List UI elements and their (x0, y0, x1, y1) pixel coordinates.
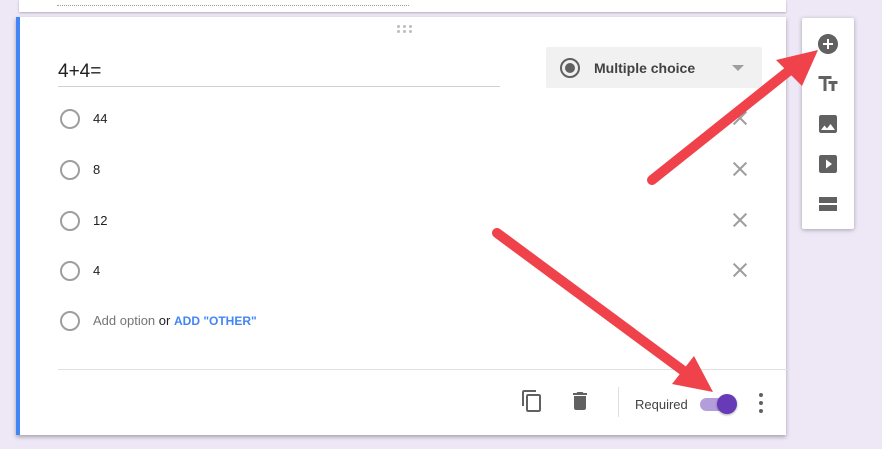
drag-handle-icon[interactable] (397, 25, 413, 35)
section-icon[interactable] (816, 192, 840, 216)
radio-circle-icon (60, 311, 80, 331)
or-label: or (158, 313, 171, 328)
list-item[interactable]: 4 (60, 257, 750, 287)
close-icon[interactable] (730, 210, 750, 230)
title-text-icon[interactable] (816, 72, 840, 96)
footer-vertical-divider (618, 387, 619, 417)
option-label[interactable]: 8 (93, 162, 100, 177)
add-other-link[interactable]: ADD "OTHER" (174, 314, 257, 328)
required-label: Required (635, 397, 688, 412)
video-icon[interactable] (816, 152, 840, 176)
delete-icon[interactable] (568, 389, 592, 413)
list-item[interactable]: 44 (60, 105, 750, 135)
close-icon[interactable] (730, 108, 750, 128)
radio-button-icon (560, 58, 580, 78)
close-icon[interactable] (730, 159, 750, 179)
add-question-icon[interactable] (816, 32, 840, 56)
copy-icon[interactable] (520, 389, 544, 413)
image-icon[interactable] (816, 112, 840, 136)
option-label[interactable]: 44 (93, 111, 107, 126)
radio-circle-icon (60, 211, 80, 231)
chevron-down-icon (732, 65, 744, 71)
question-card[interactable]: 4+4= Multiple choice 44 8 12 4 Add optio… (16, 17, 790, 435)
radio-circle-icon (60, 160, 80, 180)
add-option-link[interactable]: Add option (93, 313, 155, 328)
option-label[interactable]: 12 (93, 213, 107, 228)
radio-circle-icon (60, 109, 80, 129)
footer-divider (58, 369, 790, 370)
previous-question-card (19, 0, 786, 12)
add-option-row: Add option or ADD "OTHER" (60, 307, 750, 337)
question-type-dropdown[interactable]: Multiple choice (546, 47, 762, 88)
floating-toolbar (802, 18, 854, 229)
radio-circle-icon (60, 261, 80, 281)
list-item[interactable]: 12 (60, 207, 750, 237)
more-vert-icon[interactable] (757, 391, 765, 415)
question-type-label: Multiple choice (594, 60, 696, 76)
toggle-thumb (717, 394, 737, 414)
option-label[interactable]: 4 (93, 263, 100, 278)
dotted-underline (57, 5, 409, 6)
close-icon[interactable] (730, 260, 750, 280)
list-item[interactable]: 8 (60, 156, 750, 186)
question-title-input[interactable]: 4+4= (58, 61, 500, 87)
required-toggle[interactable] (700, 393, 740, 415)
